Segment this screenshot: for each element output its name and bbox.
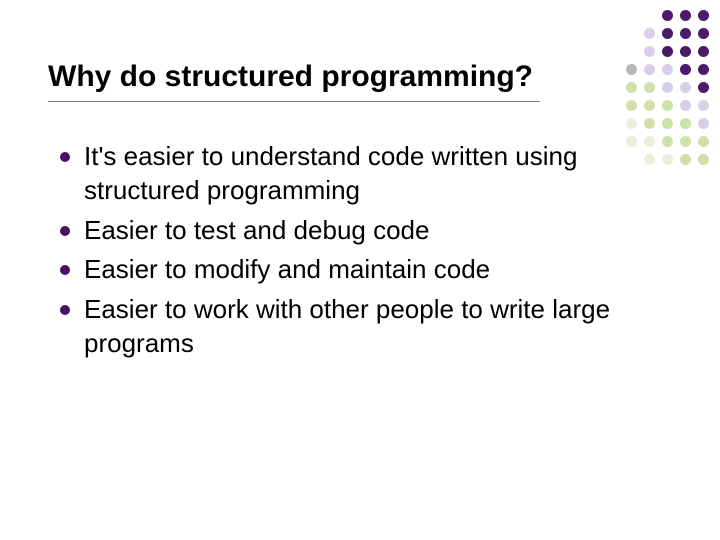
list-item: Easier to test and debug code: [60, 214, 670, 248]
slide: Why do structured programming? It's easi…: [0, 0, 720, 540]
slide-title: Why do structured programming?: [48, 60, 540, 95]
slide-body: It's easier to understand code written u…: [60, 140, 670, 367]
bullet-text: It's easier to understand code written u…: [84, 140, 670, 208]
list-item: Easier to modify and maintain code: [60, 253, 670, 287]
bullet-icon: [60, 152, 70, 162]
title-area: Why do structured programming?: [48, 60, 540, 102]
bullet-text: Easier to test and debug code: [84, 214, 429, 248]
bullet-icon: [60, 265, 70, 275]
list-item: It's easier to understand code written u…: [60, 140, 670, 208]
bullet-icon: [60, 305, 70, 315]
bullet-text: Easier to work with other people to writ…: [84, 293, 670, 361]
list-item: Easier to work with other people to writ…: [60, 293, 670, 361]
bullet-text: Easier to modify and maintain code: [84, 253, 490, 287]
bullet-icon: [60, 226, 70, 236]
